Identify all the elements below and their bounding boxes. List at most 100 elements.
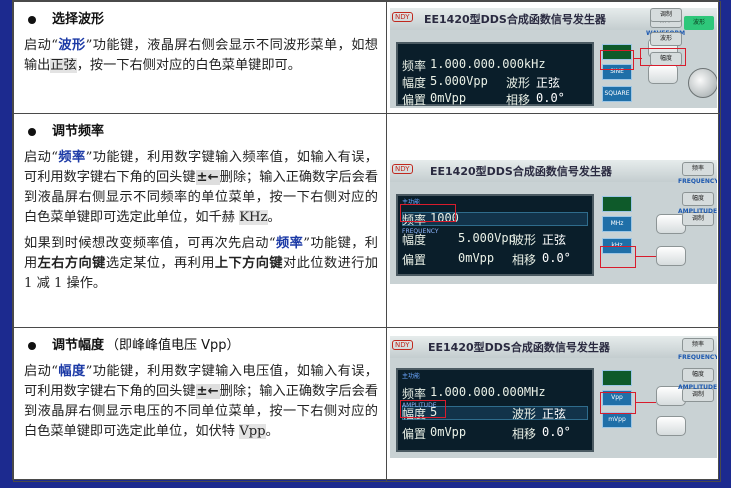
heading-text: 调节频率: [52, 124, 105, 139]
function-key: 调制: [650, 8, 682, 22]
text-run: 启动“: [24, 150, 58, 165]
brand-logo: NDY: [392, 164, 413, 174]
section-text: 选择波形 启动“波形”功能键，液晶屏右侧会显示不同波形菜单，如想输出正弦，按一下…: [13, 1, 387, 114]
lcd-extra-value: 0.0°: [542, 425, 571, 439]
red-highlight-box: [600, 50, 634, 70]
lcd-label: 偏置: [402, 427, 427, 441]
red-highlight-box: [400, 204, 456, 222]
lcd-screen: 频率 1.000.000.000kHz 幅度 5.000Vpp 波形 正弦 偏置 0mVpp 相…: [396, 42, 594, 107]
panel-title: EE1420型DDS合成函数信号发生器: [430, 165, 612, 178]
lcd-value: 5.000Vpp: [458, 231, 516, 245]
lcd-extra-label: 波形: [506, 76, 531, 90]
paragraph: 启动“频率”功能键，利用数字键输入频率值，如输入有误，可利用数字键右下角的回头键…: [24, 148, 378, 228]
section-heading: 调节频率: [24, 122, 378, 142]
red-highlight-box: [600, 246, 636, 268]
brand-logo: NDY: [392, 340, 413, 350]
highlight-term: Vpp: [239, 424, 266, 439]
menu-soft-key: [648, 64, 678, 84]
red-highlight-box: [640, 48, 686, 66]
panel-image-cell: NDY EE1420型DDS合成函数信号发生器 主功能 频率 1.000.000.000…: [386, 327, 721, 482]
lcd-label: 偏置: [402, 253, 427, 267]
lcd-menu-item: MHz: [602, 216, 632, 232]
function-key: 波形: [650, 32, 682, 46]
lcd-line: 偏置 0mVpp 相移 0.0°: [402, 90, 588, 107]
paragraph: 启动“波形”功能键，液晶屏右侧会显示不同波形菜单，如想输出正弦，按一下右侧对应的…: [24, 36, 378, 76]
text-run: ，按一下右侧对应的白色菜单键即可。: [76, 58, 301, 73]
menu-soft-key: [656, 246, 686, 266]
lcd-tag: 主功能: [402, 373, 421, 380]
lcd-value: 1.000.000.000MHz: [430, 385, 546, 399]
text-run: 如果到时候想改变频率值，可再次先启动“: [24, 236, 276, 251]
keyword: 波形: [57, 38, 86, 53]
lcd-line: 偏置 0mVpp 相移 0.0°: [402, 250, 588, 267]
red-connector-line: [636, 256, 656, 257]
paragraph: 启动“幅度”功能键，利用数字键输入电压值，如输入有误，可利用数字键右下角的回头键…: [24, 362, 378, 442]
panel-image-cell: NDY EE1420型DDS合成函数信号发生器频率 1.000.000.000kHz…: [386, 1, 721, 114]
device-panel-image: NDY EE1420型DDS合成函数信号发生器 主功能 频率 1.000.000.000…: [390, 336, 717, 458]
section-amplitude: 调节幅度 （即峰峰值电压 Vpp） 启动“幅度”功能键，利用数字键输入电压值，如…: [13, 327, 721, 482]
led-label: FREQUENCY: [678, 354, 717, 361]
text-run: 选定某位，再利用: [105, 256, 215, 271]
function-key: 频率: [682, 338, 714, 352]
section-waveform: 选择波形 启动“波形”功能键，液晶屏右侧会显示不同波形菜单，如想输出正弦，按一下…: [13, 1, 721, 114]
lcd-extra-label: 相移: [512, 253, 537, 267]
lcd-menu-item: mVpp: [602, 412, 632, 428]
red-connector-line: [636, 402, 656, 403]
led-label: FREQUENCY: [678, 178, 717, 185]
heading-subtitle: （即峰峰值电压 Vpp）: [106, 338, 240, 353]
lcd-extra-value: 0.0°: [536, 91, 565, 105]
paragraph: 如果到时候想改变频率值，可再次先启动“频率”功能键，利用左右方向键选定某位，再利…: [24, 234, 378, 294]
function-key: 幅度: [682, 192, 714, 206]
lcd-extra-label: 波形: [512, 407, 537, 421]
led-label: AMPLITUDE: [678, 208, 717, 215]
lcd-line: 频率 1.000.000.000kHz: [402, 56, 588, 73]
text-run: 启动“: [24, 38, 58, 53]
device-panel-image: NDY EE1420型DDS合成函数信号发生器频率 1.000.000.000kHz…: [390, 8, 717, 108]
section-frequency: 调节频率 启动“频率”功能键，利用数字键输入频率值，如输入有误，可利用数字键右下…: [13, 113, 721, 328]
keyword: 幅度: [57, 364, 86, 379]
red-highlight-box: [600, 392, 636, 414]
panel-image-cell: NDY EE1420型DDS合成函数信号发生器 主功能 频率 1000 幅度 5.000Vp…: [386, 113, 721, 328]
lcd-label: 频率: [402, 59, 427, 73]
red-connector-line: [634, 58, 642, 59]
red-highlight-box: [400, 400, 446, 418]
lcd-value: 0mVpp: [430, 425, 467, 439]
lcd-line: 幅度 5.000Vpp 波形 正弦: [402, 73, 588, 90]
active-led: 波形: [684, 16, 714, 30]
lcd-extra-label: 相移: [512, 427, 537, 441]
keyword: 频率: [57, 150, 86, 165]
section-text: 调节频率 启动“频率”功能键，利用数字键输入频率值，如输入有误，可利用数字键右下…: [13, 113, 387, 328]
lcd-value: 0mVpp: [458, 251, 495, 265]
section-text: 调节幅度 （即峰峰值电压 Vpp） 启动“幅度”功能键，利用数字键输入电压值，如…: [13, 327, 387, 482]
lcd-extra-value: 0.0°: [542, 251, 571, 265]
lcd-menu-header: [602, 196, 632, 212]
menu-soft-key: [656, 416, 686, 436]
lcd-extra-value: 正弦: [536, 76, 561, 90]
highlight-term: KHz: [239, 210, 268, 225]
lcd-value: 1.000.000.000kHz: [430, 57, 546, 71]
section-heading: 选择波形: [24, 10, 378, 30]
bold-term: 上下方向键: [214, 256, 284, 271]
lcd-label: 幅度: [402, 76, 427, 90]
bullet-icon: [28, 16, 36, 24]
heading-text: 调节幅度: [52, 338, 105, 353]
text-run: 。: [267, 210, 281, 225]
lcd-menu-item: SQUARE: [602, 86, 632, 102]
text-run: 。: [265, 424, 279, 439]
heading-text: 选择波形: [52, 12, 105, 27]
lcd-value: 5.000Vpp: [430, 74, 488, 88]
text-run: 启动“: [24, 364, 58, 379]
lcd-menu-header: [602, 370, 632, 386]
function-key: 频率: [682, 162, 714, 176]
bullet-icon: [28, 342, 36, 350]
lcd-extra-label: 相移: [506, 93, 531, 107]
backspace-key-icon: ±←: [195, 170, 220, 185]
instruction-table: 选择波形 启动“波形”功能键，液晶屏右侧会显示不同波形菜单，如想输出正弦，按一下…: [13, 1, 721, 482]
backspace-key-icon: ±←: [195, 384, 220, 399]
brand-logo: NDY: [392, 12, 413, 22]
panel-title: EE1420型DDS合成函数信号发生器: [424, 13, 606, 26]
lcd-extra-value: 正弦: [542, 407, 567, 421]
lcd-label: 偏置: [402, 93, 427, 107]
bullet-icon: [28, 128, 36, 136]
bold-term: 左右方向键: [37, 256, 106, 271]
